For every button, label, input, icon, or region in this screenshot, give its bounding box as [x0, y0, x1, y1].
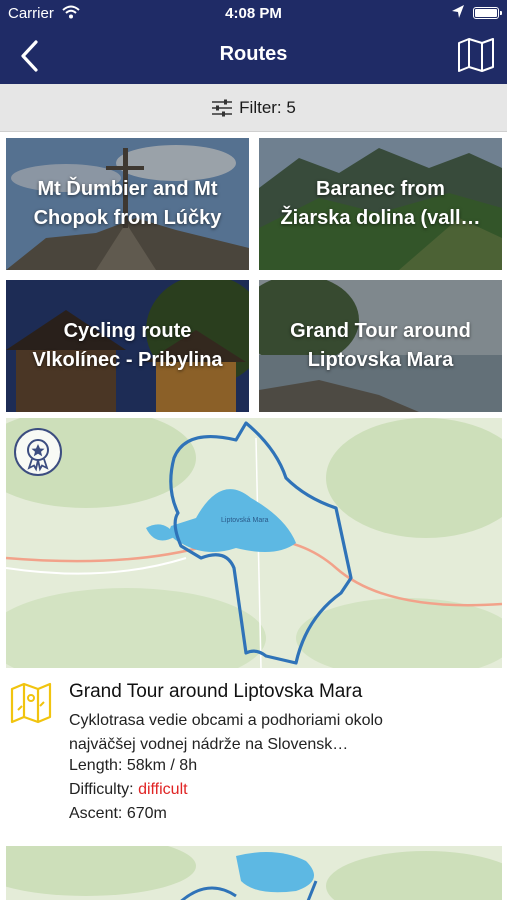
route-description: Cyklotrasa vedie obcami a podhoriami oko… — [69, 712, 383, 753]
app-header: Carrier 4:08 PM Routes — [0, 0, 507, 84]
location-arrow-icon — [452, 5, 464, 18]
tile-title: Baranec from Žiarska dolina (vall… — [280, 178, 481, 229]
route-tile-dumbier[interactable]: Mt Ďumbier and Mt Chopok from Lúčky — [6, 138, 249, 270]
page-title: Routes — [219, 43, 288, 65]
folded-map-icon — [10, 682, 52, 724]
map-icon[interactable] — [457, 38, 495, 72]
map-lake-label: Liptovská Mara — [221, 517, 269, 524]
route-tile-vlkolinec[interactable]: Cycling route Vlkolínec - Pribylina — [6, 280, 249, 412]
route-info-card[interactable]: Grand Tour around Liptovska Mara Cyklotr… — [0, 668, 507, 840]
navigation-bar: Routes — [0, 28, 507, 84]
tile-title: Grand Tour around Liptovska Mara — [290, 320, 471, 371]
route-difficulty: Difficulty: difficult — [69, 781, 188, 798]
status-bar: Carrier 4:08 PM — [0, 0, 507, 28]
tile-title: Mt Ďumbier and Mt Chopok from Lúčky — [33, 178, 222, 229]
next-route-map-preview[interactable] — [6, 846, 502, 900]
sliders-icon — [212, 99, 233, 116]
map-background: Liptovská Mara — [6, 418, 502, 668]
award-badge-icon — [14, 428, 62, 476]
clock: 4:08 PM — [225, 5, 282, 22]
route-title: Grand Tour around Liptovska Mara — [69, 681, 363, 702]
battery-icon — [473, 7, 502, 19]
filter-bar[interactable]: Filter: 5 — [0, 84, 507, 132]
filter-label: Filter: 5 — [239, 97, 296, 117]
tile-title: Cycling route Vlkolínec - Pribylina — [32, 320, 223, 371]
map-background — [6, 846, 502, 900]
route-ascent: Ascent: 670m — [69, 805, 167, 822]
route-length: Length: 58km / 8h — [69, 757, 198, 774]
difficulty-value: difficult — [138, 781, 188, 798]
route-tile-liptovska-mara[interactable]: Grand Tour around Liptovska Mara — [259, 280, 502, 412]
route-map-preview[interactable]: Liptovská Mara — [6, 418, 502, 668]
route-tile-baranec[interactable]: Baranec from Žiarska dolina (vall… — [259, 138, 502, 270]
